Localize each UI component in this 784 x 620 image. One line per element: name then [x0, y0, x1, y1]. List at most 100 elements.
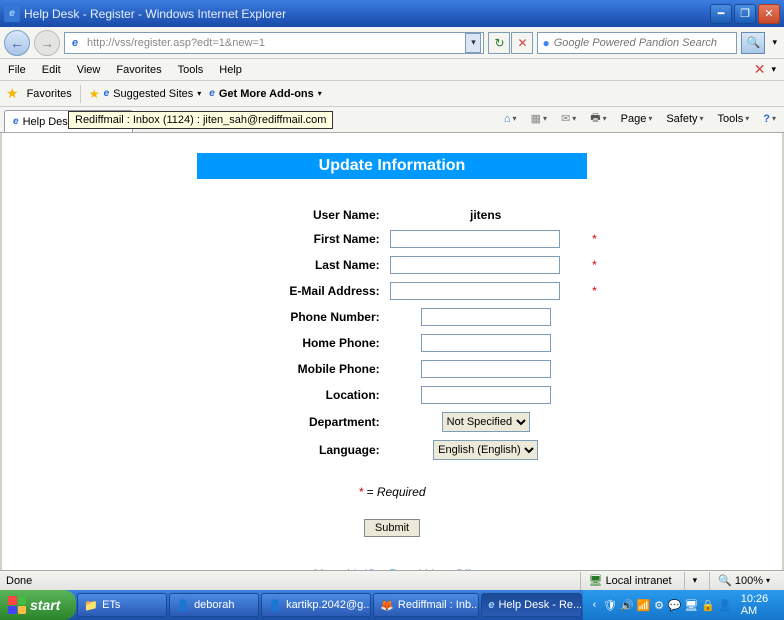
menu-bar: File Edit View Favorites Tools Help ✕ ▾ [0, 59, 784, 81]
chevron-down-icon: ▾ [197, 89, 201, 98]
close-tab-icon[interactable]: ✕ [754, 61, 766, 78]
print-button[interactable]: 🖶▾ [586, 107, 610, 130]
protected-mode: ▾ [684, 572, 706, 590]
tray-icon[interactable]: 🖥 [684, 598, 698, 612]
lastname-input[interactable] [390, 256, 560, 274]
search-dropdown-icon[interactable]: ▾ [769, 37, 780, 48]
menu-view[interactable]: View [69, 61, 109, 79]
menu-file[interactable]: File [0, 61, 34, 79]
nav-toolbar: ← → e ▾ ↻ ✕ ● 🔍 ▾ [0, 27, 784, 59]
command-bar: ⌂▾ ▦▾ ✉▾ 🖶▾ Page▾ Safety▾ Tools▾ ?▾ [500, 107, 780, 132]
maximize-button[interactable]: ❐ [734, 4, 756, 24]
help-button[interactable]: ?▾ [759, 111, 780, 127]
mobile-label: Mobile Phone: [184, 357, 384, 381]
back-button[interactable]: ← [4, 30, 30, 56]
location-label: Location: [184, 383, 384, 407]
form-table: User Name: jitens First Name: * Last Nam… [182, 203, 603, 465]
search-button[interactable]: 🔍 [741, 32, 765, 54]
tray-icon[interactable]: 👤 [718, 598, 732, 612]
taskbar: start 📁ETs 👤deborah 👤kartikp.2042@g... 🦊… [0, 590, 784, 620]
home-button[interactable]: ⌂▾ [500, 111, 521, 127]
firstname-input[interactable] [390, 230, 560, 248]
menu-favorites[interactable]: Favorites [108, 61, 169, 79]
mobile-input[interactable] [421, 360, 551, 378]
page-content: Update Information User Name: jitens Fir… [0, 133, 784, 570]
start-button[interactable]: start [0, 590, 76, 620]
phone-input[interactable] [421, 308, 551, 326]
get-addons-link[interactable]: e Get More Add-ons ▾ [209, 88, 322, 100]
email-label: E-Mail Address: [184, 279, 384, 303]
window-titlebar: e Help Desk - Register - Windows Interne… [0, 0, 784, 27]
suggested-sites-link[interactable]: ★ e Suggested Sites ▾ [89, 87, 201, 101]
feeds-button[interactable]: ▦▾ [527, 110, 551, 127]
minimize-button[interactable]: ━ [710, 4, 732, 24]
start-label: start [30, 597, 60, 613]
mail-button[interactable]: ✉▾ [557, 110, 580, 127]
tray-icon[interactable]: ‹ [589, 598, 600, 612]
task-item[interactable]: 👤deborah [169, 593, 259, 617]
tray-icon[interactable]: 🔊 [620, 598, 634, 612]
window-title: Help Desk - Register - Windows Internet … [24, 7, 286, 21]
stop-button[interactable]: ✕ [511, 32, 533, 54]
safety-button[interactable]: Safety▾ [662, 111, 707, 127]
chevron-down-icon: ▾ [318, 89, 322, 98]
favorites-label[interactable]: Favorites [27, 88, 72, 100]
tab-favicon: e [13, 116, 19, 127]
lastname-label: Last Name: [184, 253, 384, 277]
tray-icon[interactable]: 📶 [637, 598, 651, 612]
status-bar: Done 🖥Local intranet ▾ 🔍100%▾ [0, 570, 784, 590]
page-icon: e [67, 35, 83, 51]
close-button[interactable]: ✕ [758, 4, 780, 24]
language-select[interactable]: English (English) [433, 440, 538, 460]
tools-label: Tools [718, 113, 744, 125]
ie-small-icon: e [209, 88, 215, 99]
department-label: Department: [184, 409, 384, 435]
menu-edit[interactable]: Edit [34, 61, 69, 79]
forward-button[interactable]: → [34, 30, 60, 56]
username-value: jitens [386, 205, 586, 225]
menu-tools[interactable]: Tools [170, 61, 212, 79]
tools-button[interactable]: Tools▾ [714, 111, 754, 127]
get-addons-label: Get More Add-ons [219, 88, 314, 100]
logoff-link[interactable]: Log Off [431, 567, 470, 570]
task-item[interactable]: 📁ETs [77, 593, 167, 617]
department-select[interactable]: Not Specified [442, 412, 530, 432]
required-marker: * [592, 232, 597, 246]
inout-link[interactable]: In/Out Board [353, 567, 421, 570]
search-input[interactable] [554, 37, 733, 49]
clock[interactable]: 10:26 AM [735, 593, 778, 617]
favorites-star-icon[interactable]: ★ [6, 85, 19, 102]
tab-tooltip: Rediffmail : Inbox (1124) : jiten_sah@re… [68, 111, 333, 129]
address-bar[interactable]: e ▾ [64, 32, 484, 54]
task-item[interactable]: 🦊Rediffmail : Inb... [373, 593, 479, 617]
page-button[interactable]: Page▾ [617, 111, 657, 127]
location-input[interactable] [421, 386, 551, 404]
firstname-label: First Name: [184, 227, 384, 251]
homephone-input[interactable] [421, 334, 551, 352]
tray-icon[interactable]: ⚙ [653, 598, 664, 612]
form-banner: Update Information [197, 153, 587, 179]
submit-button[interactable]: Submit [364, 519, 420, 537]
email-input[interactable] [390, 282, 560, 300]
task-item-active[interactable]: eHelp Desk - Re... [481, 593, 581, 617]
ie-icon: e [4, 6, 20, 22]
tray-icon[interactable]: 🔒 [701, 598, 715, 612]
refresh-button[interactable]: ↻ [488, 32, 510, 54]
zoom-control[interactable]: 🔍100%▾ [709, 572, 778, 590]
tray-icon[interactable]: 💬 [668, 598, 682, 612]
phone-label: Phone Number: [184, 305, 384, 329]
menu-dropdown-icon[interactable]: ▾ [771, 64, 776, 75]
ie-small-icon: e [104, 88, 110, 99]
url-dropdown-icon[interactable]: ▾ [465, 33, 481, 53]
search-box[interactable]: ● [537, 32, 737, 54]
tray-icon[interactable]: 🛡 [603, 598, 617, 612]
suggested-sites-label: Suggested Sites [113, 88, 193, 100]
url-input[interactable] [83, 37, 465, 49]
menu-link[interactable]: Menu [314, 567, 344, 570]
username-label: User Name: [184, 205, 384, 225]
required-marker: * [592, 284, 597, 298]
favorites-bar: ★ Favorites ★ e Suggested Sites ▾ e Get … [0, 81, 784, 107]
search-provider-icon: ● [542, 36, 549, 50]
task-item[interactable]: 👤kartikp.2042@g... [261, 593, 371, 617]
menu-help[interactable]: Help [211, 61, 250, 79]
